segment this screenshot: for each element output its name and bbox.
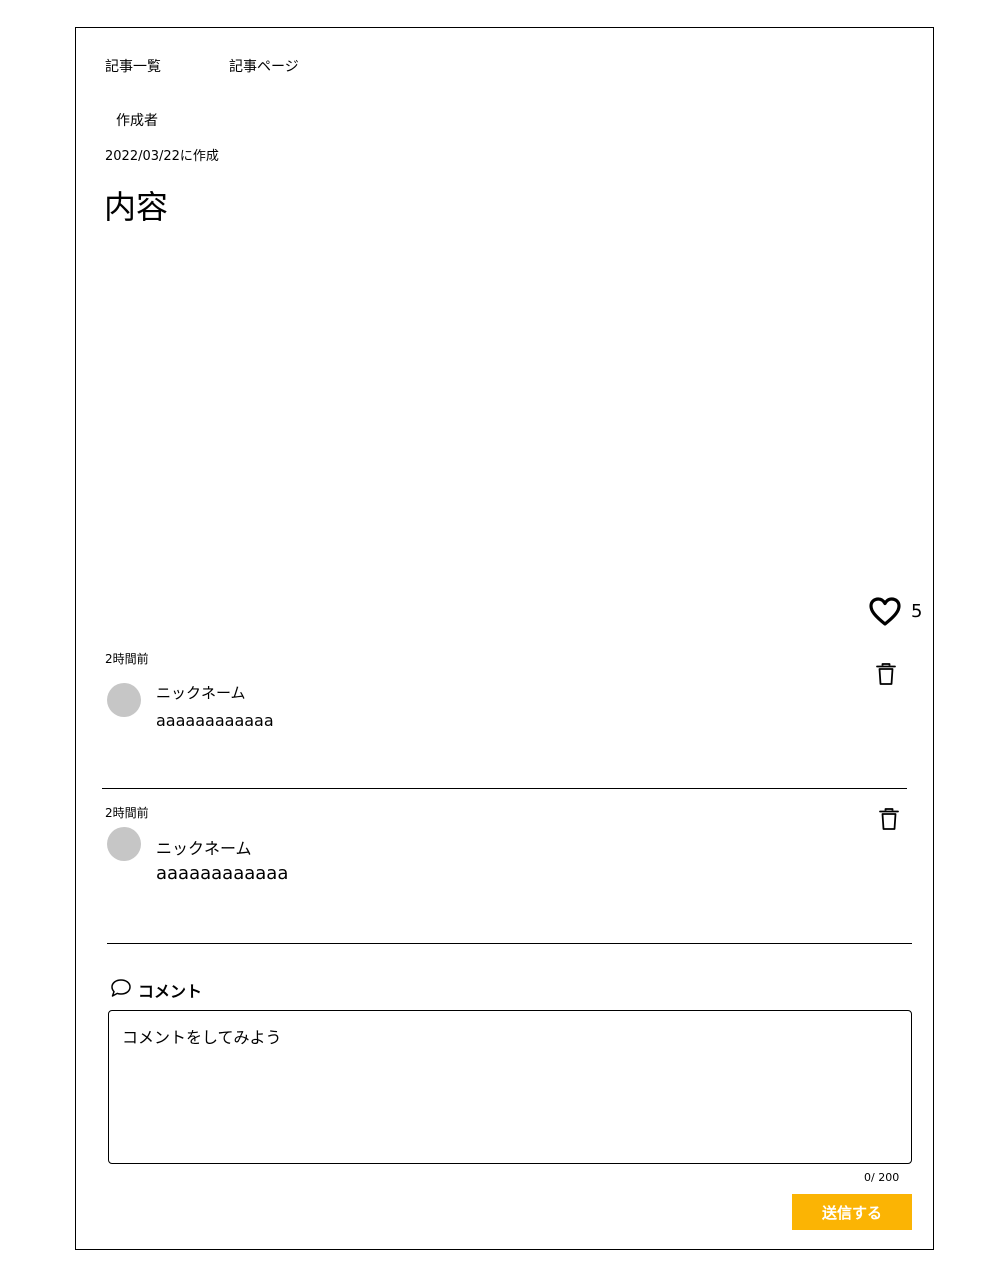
comment-time: 2時間前 xyxy=(105,806,149,820)
comment-text: aaaaaaaaaaaa xyxy=(156,711,274,730)
nav-article-list-link[interactable]: 記事一覧 xyxy=(105,56,161,76)
character-counter: 0/ 200 xyxy=(864,1171,900,1184)
comment-nickname: ニックネーム xyxy=(156,839,252,858)
avatar xyxy=(107,827,141,861)
author-label: 作成者 xyxy=(116,113,158,129)
comment-divider xyxy=(107,943,912,944)
article-title: 内容 xyxy=(104,188,169,226)
comment-heading: コメント xyxy=(138,982,203,1001)
comment-time: 2時間前 xyxy=(105,652,149,666)
trash-icon[interactable] xyxy=(875,662,897,686)
comment-nickname: ニックネーム xyxy=(156,684,246,702)
trash-icon[interactable] xyxy=(878,807,900,831)
nav-article-page-link[interactable]: 記事ページ xyxy=(229,56,299,76)
speech-bubble-icon xyxy=(110,978,132,998)
comment-divider xyxy=(102,788,907,789)
comment-textarea[interactable] xyxy=(108,1010,912,1164)
page-frame: 記事一覧 記事ページ 作成者 2022/03/22に作成 内容 5 2時間前 ニ… xyxy=(75,27,934,1250)
comment-text: aaaaaaaaaaaa xyxy=(156,863,289,884)
created-date: 2022/03/22に作成 xyxy=(105,149,219,164)
like-count: 5 xyxy=(911,601,923,622)
heart-icon[interactable] xyxy=(869,597,901,627)
submit-comment-button[interactable]: 送信する xyxy=(792,1194,912,1230)
avatar xyxy=(107,683,141,717)
